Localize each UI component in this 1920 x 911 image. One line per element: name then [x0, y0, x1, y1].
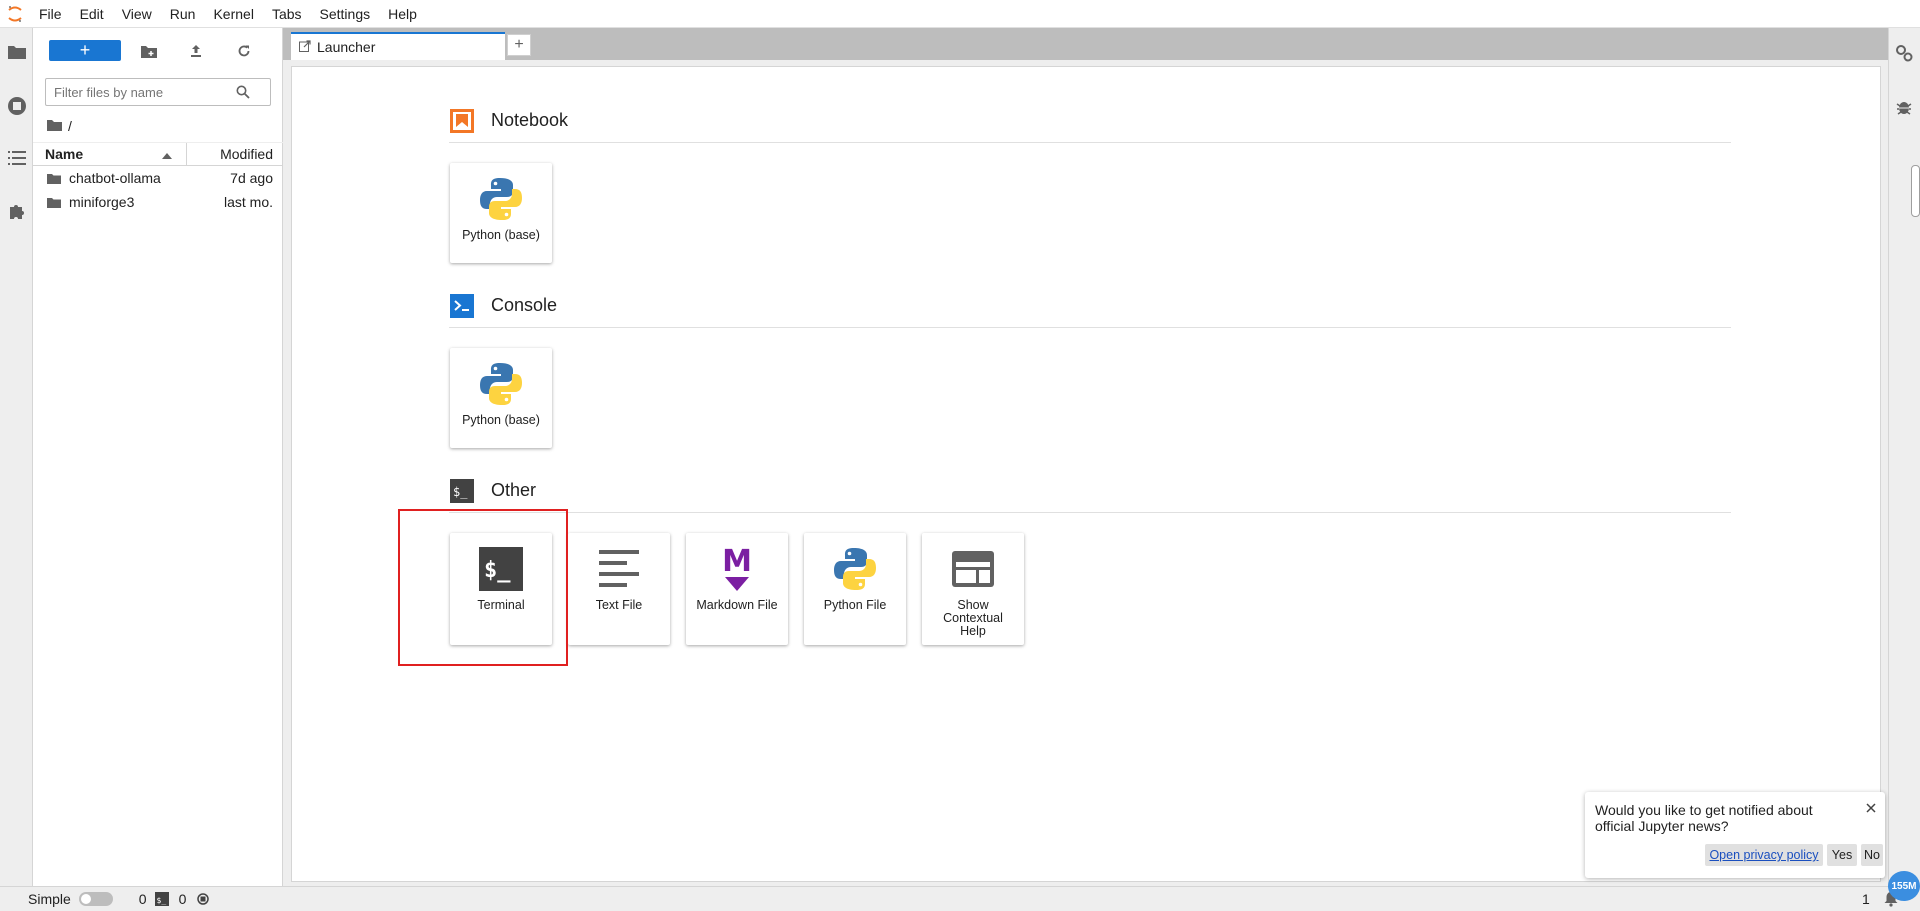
file-modified: last mo. [223, 194, 273, 210]
left-activity-bar [0, 28, 33, 886]
breadcrumb: / [47, 116, 72, 136]
notification-count: 1 [1862, 891, 1870, 907]
right-scroll-indicator[interactable] [1911, 165, 1920, 217]
memory-usage-badge: 155M [1888, 871, 1920, 901]
new-folder-icon[interactable] [137, 40, 161, 62]
toast-yes-button[interactable]: Yes [1827, 844, 1857, 866]
file-filter-input[interactable] [46, 84, 236, 100]
file-list-item[interactable]: miniforge3 last mo. [33, 190, 283, 214]
menu-tabs[interactable]: Tabs [263, 0, 311, 28]
running-kernels-stop-icon[interactable] [0, 86, 33, 126]
file-browser-toolbar: + [33, 28, 283, 72]
section-console-header: Console [449, 284, 1731, 328]
search-icon [236, 85, 250, 99]
notebook-section-icon [449, 108, 475, 134]
modified-column-header[interactable]: Modified [187, 146, 283, 162]
launcher-card-contextual-help[interactable]: Show Contextual Help [922, 533, 1024, 645]
folder-icon [33, 197, 69, 208]
svg-text:$_: $_ [156, 896, 166, 905]
launcher-card-console-python[interactable]: Python (base) [450, 348, 552, 448]
file-modified: 7d ago [230, 170, 273, 186]
section-other-header: $_ Other [449, 469, 1731, 513]
menu-settings[interactable]: Settings [311, 0, 380, 28]
launcher-card-text-file[interactable]: Text File [568, 533, 670, 645]
kernels-count[interactable]: 0 [139, 891, 147, 907]
file-filter-box [45, 78, 271, 106]
tab-launcher[interactable]: Launcher [291, 32, 505, 60]
card-label: Text File [595, 598, 643, 612]
launcher-card-markdown-file[interactable]: M Markdown File [686, 533, 788, 645]
status-bar: Simple 0 $_ 0 1 [0, 886, 1920, 911]
name-column-label: Name [45, 146, 84, 162]
other-section-terminal-icon: $_ [449, 478, 475, 504]
section-notebook-header: Notebook [449, 99, 1731, 143]
mode-label: Simple [28, 891, 71, 907]
launcher-card-python-file[interactable]: Python File [804, 533, 906, 645]
markdown-icon: M [711, 543, 763, 595]
menu-view[interactable]: View [113, 0, 161, 28]
extension-manager-puzzle-icon[interactable] [0, 191, 33, 231]
section-title: Notebook [491, 110, 569, 130]
text-file-icon [593, 543, 645, 595]
python-icon [475, 173, 527, 225]
new-tab-button[interactable]: + [507, 34, 531, 56]
toast-message: Would you like to get notified about off… [1595, 802, 1813, 834]
refresh-icon[interactable] [232, 40, 256, 62]
right-activity-bar [1888, 28, 1920, 886]
toast-close-icon[interactable] [1863, 800, 1879, 816]
breadcrumb-folder-icon[interactable] [47, 118, 62, 134]
jupyter-logo [0, 0, 30, 28]
debugger-bug-icon[interactable] [1896, 98, 1912, 119]
card-label: Show Contextual Help [943, 598, 1003, 638]
tab-bar: Launcher + [283, 28, 1888, 60]
tab-launcher-label: Launcher [317, 39, 376, 55]
breadcrumb-root[interactable]: / [68, 118, 72, 134]
menu-edit[interactable]: Edit [71, 0, 113, 28]
menu-kernel[interactable]: Kernel [204, 0, 262, 28]
card-label: Python (base) [462, 413, 540, 427]
terminal-status-icon: $_ [154, 892, 169, 906]
section-title: Other [491, 480, 537, 500]
card-label: Markdown File [696, 598, 778, 612]
file-list-item[interactable]: chatbot-ollama 7d ago [33, 166, 283, 190]
name-column-header[interactable]: Name [33, 143, 187, 165]
menu-file[interactable]: File [30, 0, 71, 28]
kernel-activity-icon[interactable] [196, 892, 210, 906]
sort-caret-up-icon [162, 146, 172, 162]
terminal-highlight-box [398, 509, 568, 666]
menu-help[interactable]: Help [379, 0, 426, 28]
property-inspector-gears-icon[interactable] [1895, 44, 1913, 65]
card-label: Python (base) [462, 228, 540, 242]
news-notification-toast: Would you like to get notified about off… [1585, 792, 1885, 878]
svg-text:M: M [722, 545, 752, 579]
new-launcher-button[interactable]: + [49, 40, 121, 61]
file-name: miniforge3 [69, 194, 135, 210]
console-section-icon [449, 293, 475, 319]
toast-no-button[interactable]: No [1861, 844, 1883, 866]
file-list-header: Name Modified [33, 142, 283, 166]
file-browser-folder-icon[interactable] [0, 32, 33, 72]
python-icon [475, 358, 527, 410]
card-label: Python File [823, 598, 887, 612]
contextual-help-icon [947, 543, 999, 595]
menu-bar: File Edit View Run Kernel Tabs Settings … [0, 0, 1920, 28]
python-icon [829, 543, 881, 595]
file-name: chatbot-ollama [69, 170, 161, 186]
open-privacy-policy-link[interactable]: Open privacy policy [1705, 844, 1823, 866]
launcher-card-notebook-python[interactable]: Python (base) [450, 163, 552, 263]
svg-text:$_: $_ [453, 485, 468, 499]
terminals-count[interactable]: 0 [179, 891, 187, 907]
table-of-contents-list-icon[interactable] [0, 138, 33, 178]
section-title: Console [491, 295, 558, 315]
main-area: Launcher + Notebook Python (base) Consol… [283, 28, 1888, 886]
launcher-panel: Notebook Python (base) Console Python (b… [291, 66, 1881, 882]
menu-run[interactable]: Run [161, 0, 205, 28]
file-browser-panel: + / Name Modified [33, 28, 283, 886]
upload-icon[interactable] [184, 40, 208, 62]
simple-mode-toggle[interactable] [78, 892, 113, 906]
launcher-tab-icon [299, 39, 311, 55]
folder-icon [33, 173, 69, 184]
